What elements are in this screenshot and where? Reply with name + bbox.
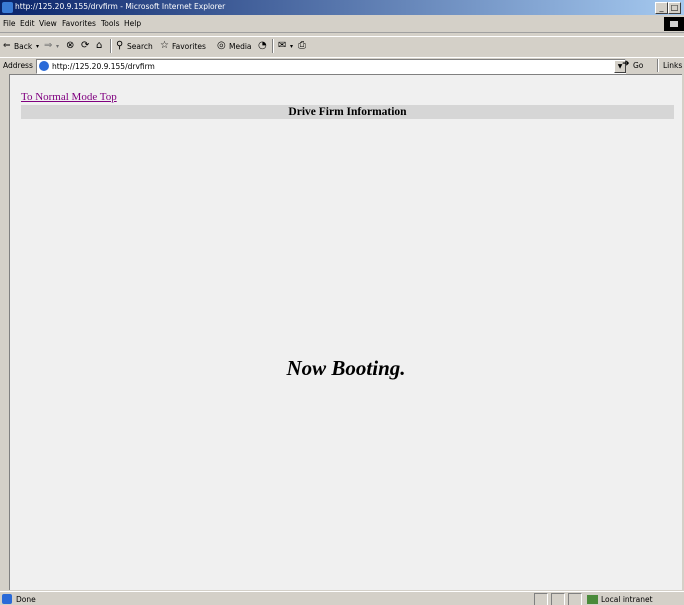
history-icon[interactable]: ◔ xyxy=(258,40,267,51)
mail-icon[interactable]: ✉ xyxy=(278,40,286,51)
windows-logo-icon xyxy=(664,17,684,31)
address-label: Address xyxy=(3,61,33,70)
toolbar-separator xyxy=(110,39,112,53)
favorites-button[interactable]: Favorites xyxy=(172,42,206,51)
title-bar: http://125.20.9.155/drvfirm - Microsoft … xyxy=(0,0,684,15)
maximize-button[interactable]: □ xyxy=(668,2,681,14)
address-url[interactable]: http://125.20.9.155/drvfirm xyxy=(52,62,155,71)
status-panel xyxy=(551,593,565,605)
toolbar: ⇐ Back ▾ ⇒ ▾ ⊗ ⟳ ⌂ ⚲ Search ☆ Favorites … xyxy=(0,36,684,58)
favorites-icon[interactable]: ☆ xyxy=(160,40,169,51)
media-button[interactable]: Media xyxy=(229,42,252,51)
status-text: Done xyxy=(16,595,36,604)
menu-tools[interactable]: Tools xyxy=(101,19,119,28)
page-icon xyxy=(39,61,49,71)
minimize-button[interactable]: _ xyxy=(655,2,668,14)
back-dropdown-icon[interactable]: ▾ xyxy=(36,43,39,50)
forward-dropdown-icon[interactable]: ▾ xyxy=(56,43,59,50)
address-input[interactable]: http://125.20.9.155/drvfirm xyxy=(36,59,626,74)
links-button[interactable]: Links xyxy=(663,61,682,70)
page-header: Drive Firm Information xyxy=(21,105,674,119)
security-zone-label: Local intranet xyxy=(601,595,653,604)
status-panel xyxy=(534,593,548,605)
status-bar: Done Local intranet xyxy=(0,591,684,605)
refresh-icon[interactable]: ⟳ xyxy=(81,40,89,51)
forward-arrow-icon[interactable]: ⇒ xyxy=(44,40,52,51)
intranet-zone-icon xyxy=(587,595,598,604)
back-button[interactable]: Back xyxy=(14,42,32,51)
search-button[interactable]: Search xyxy=(127,42,153,51)
links-separator xyxy=(657,59,659,72)
browser-window: http://125.20.9.155/drvfirm - Microsoft … xyxy=(0,0,684,605)
page-status-icon xyxy=(2,594,12,604)
menu-help[interactable]: Help xyxy=(124,19,141,28)
window-title: http://125.20.9.155/drvfirm - Microsoft … xyxy=(15,2,226,11)
go-button[interactable]: Go xyxy=(633,61,643,70)
toolbar-separator xyxy=(272,39,274,53)
menu-edit[interactable]: Edit xyxy=(20,19,35,28)
go-arrow-icon[interactable]: ➜ xyxy=(622,59,630,69)
stop-icon[interactable]: ⊗ xyxy=(66,40,74,51)
booting-message: Now Booting. xyxy=(286,356,406,380)
print-icon[interactable]: ⎙ xyxy=(298,40,306,51)
media-icon[interactable]: ◎ xyxy=(217,40,226,51)
page-content: To Normal Mode Top Drive Firm Informatio… xyxy=(9,74,682,590)
menu-view[interactable]: View xyxy=(39,19,57,28)
mail-dropdown-icon[interactable]: ▾ xyxy=(290,43,293,50)
back-arrow-icon[interactable]: ⇐ xyxy=(3,41,11,51)
ie-icon xyxy=(2,2,13,13)
menu-file[interactable]: File xyxy=(3,19,16,28)
search-icon[interactable]: ⚲ xyxy=(116,40,123,51)
home-icon[interactable]: ⌂ xyxy=(96,40,102,51)
menu-favorites[interactable]: Favorites xyxy=(62,19,96,28)
normal-mode-top-link[interactable]: To Normal Mode Top xyxy=(21,91,117,103)
scrollbar[interactable] xyxy=(680,75,682,590)
status-panel xyxy=(568,593,582,605)
menu-bar: File Edit View Favorites Tools Help xyxy=(0,17,684,33)
address-bar: Address http://125.20.9.155/drvfirm ▼ ➜ … xyxy=(0,57,684,74)
